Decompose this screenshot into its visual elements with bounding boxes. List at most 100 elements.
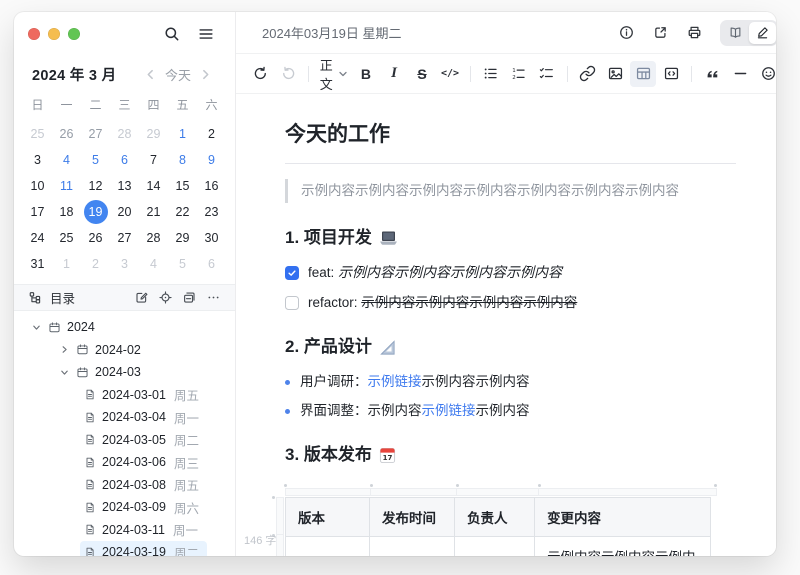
tree-item-2024-03-01[interactable]: 2024-03-01 周五 (14, 384, 235, 407)
calendar-day[interactable]: 6 (197, 251, 226, 277)
chevron-down-icon[interactable] (30, 323, 42, 332)
calendar-day[interactable]: 17 (23, 199, 52, 225)
calendar-day[interactable]: 4 (52, 147, 81, 173)
chevron-right-icon[interactable] (58, 345, 70, 354)
tree-item-2024-03-19[interactable]: 2024-03-19 周二 (14, 540, 235, 556)
task-list-button[interactable] (534, 61, 560, 87)
calendar-day[interactable]: 29 (139, 121, 168, 147)
calendar-day[interactable]: 28 (139, 225, 168, 251)
calendar-day[interactable]: 2 (81, 251, 110, 277)
ordered-list-button[interactable]: 12 (506, 61, 532, 87)
calendar-day[interactable]: 29 (168, 225, 197, 251)
calendar-day[interactable]: 26 (52, 121, 81, 147)
tree-item-2024-02[interactable]: 2024-02 (14, 339, 235, 362)
calendar-day[interactable]: 3 (110, 251, 139, 277)
calendar-day[interactable]: 9 (197, 147, 226, 173)
print-icon[interactable] (680, 19, 708, 47)
calendar-day[interactable]: 5 (81, 147, 110, 173)
export-icon[interactable] (646, 19, 674, 47)
calendar-day[interactable]: 1 (168, 121, 197, 147)
calendar-day[interactable]: 5 (168, 251, 197, 277)
calendar-day[interactable]: 25 (23, 121, 52, 147)
link-button[interactable] (574, 61, 600, 87)
calendar-day[interactable]: 22 (168, 199, 197, 225)
inline-link[interactable]: 示例链接 (368, 374, 422, 389)
read-mode-button[interactable] (722, 22, 749, 44)
zoom-window-button[interactable] (68, 28, 80, 40)
tree-item-2024[interactable]: 2024 (14, 316, 235, 339)
minimize-window-button[interactable] (48, 28, 60, 40)
checkbox-checked[interactable] (285, 266, 299, 280)
tree-item-2024-03-06[interactable]: 2024-03-06 周三 (14, 451, 235, 474)
table-header-cell[interactable]: 负责人 (454, 497, 536, 537)
calendar-day[interactable]: 1 (52, 251, 81, 277)
emoji-button[interactable] (755, 61, 776, 87)
today-button[interactable]: 今天 (165, 65, 191, 84)
calendar-day[interactable]: 30 (197, 225, 226, 251)
table-cell[interactable]: 2024.3.19 (368, 536, 456, 556)
table-button[interactable] (630, 60, 657, 87)
inline-code-button[interactable]: </> (437, 61, 463, 87)
image-button[interactable] (602, 61, 628, 87)
table-header-cell[interactable]: 变更内容 (534, 497, 712, 537)
chevron-left-icon[interactable] (145, 69, 156, 80)
divider-button[interactable] (727, 61, 753, 87)
compose-icon[interactable] (130, 287, 152, 309)
bulleted-list-button[interactable] (478, 61, 504, 87)
calendar-day[interactable]: 25 (52, 225, 81, 251)
table-cell[interactable]: v0.3.0 (285, 536, 370, 556)
calendar-day[interactable]: 19 (81, 199, 110, 225)
calendar-day[interactable]: 27 (110, 225, 139, 251)
calendar-day[interactable]: 10 (23, 173, 52, 199)
search-icon[interactable] (159, 21, 185, 47)
checkbox-unchecked[interactable] (285, 296, 299, 310)
tree-item-2024-03-11[interactable]: 2024-03-11 周一 (14, 519, 235, 542)
paragraph-style-select[interactable]: 正文 (316, 58, 351, 92)
calendar-day[interactable]: 26 (81, 225, 110, 251)
table-header-cell[interactable]: 版本 (285, 497, 370, 537)
tree-item-2024-03-09[interactable]: 2024-03-09 周六 (14, 496, 235, 519)
calendar-day[interactable]: 8 (168, 147, 197, 173)
tree-item-2024-03-05[interactable]: 2024-03-05 周二 (14, 429, 235, 452)
table-cell[interactable]: 示例内容示例内容示例内容 (534, 536, 712, 556)
chevron-down-icon[interactable] (58, 368, 70, 377)
tree-item-2024-03[interactable]: 2024-03 (14, 361, 235, 384)
calendar-day[interactable]: 16 (197, 173, 226, 199)
italic-button[interactable]: I (381, 61, 407, 87)
undo-button[interactable] (247, 61, 273, 87)
calendar-day[interactable]: 21 (139, 199, 168, 225)
calendar-day[interactable]: 15 (168, 173, 197, 199)
calendar-day[interactable]: 23 (197, 199, 226, 225)
bold-button[interactable]: B (353, 61, 379, 87)
calendar-day[interactable]: 4 (139, 251, 168, 277)
tree-item-2024-03-04[interactable]: 2024-03-04 周一 (14, 406, 235, 429)
code-block-button[interactable] (658, 61, 684, 87)
inline-link[interactable]: 示例链接 (422, 403, 476, 418)
info-icon[interactable] (612, 19, 640, 47)
locate-icon[interactable] (154, 287, 176, 309)
version-table[interactable]: 版本发布时间负责人变更内容 v0.3.02024.3.19XXX示例内容示例内容示… (285, 497, 712, 556)
strikethrough-button[interactable]: S (409, 61, 435, 87)
editor-content[interactable]: 今天的工作 示例内容示例内容示例内容示例内容示例内容示例内容示例内容 1. 项目… (236, 94, 776, 556)
more-icon[interactable] (202, 287, 224, 309)
calendar-day[interactable]: 11 (52, 173, 81, 199)
calendar-day[interactable]: 6 (110, 147, 139, 173)
table-header-cell[interactable]: 发布时间 (368, 497, 456, 537)
calendar-day[interactable]: 3 (23, 147, 52, 173)
table-cell[interactable]: XXX (454, 536, 536, 556)
calendar-day[interactable]: 18 (52, 199, 81, 225)
menu-icon[interactable] (193, 21, 219, 47)
calendar-day[interactable]: 28 (110, 121, 139, 147)
table-row-grips[interactable] (276, 497, 284, 556)
redo-button[interactable] (275, 61, 301, 87)
calendar-day[interactable]: 31 (23, 251, 52, 277)
calendar-day[interactable]: 2 (197, 121, 226, 147)
calendar-day[interactable]: 12 (81, 173, 110, 199)
calendar-day[interactable]: 20 (110, 199, 139, 225)
close-window-button[interactable] (28, 28, 40, 40)
calendar-day[interactable]: 27 (81, 121, 110, 147)
calendar-day[interactable]: 7 (139, 147, 168, 173)
calendar-day[interactable]: 13 (110, 173, 139, 199)
calendar-day[interactable]: 24 (23, 225, 52, 251)
edit-mode-button[interactable] (749, 21, 776, 44)
